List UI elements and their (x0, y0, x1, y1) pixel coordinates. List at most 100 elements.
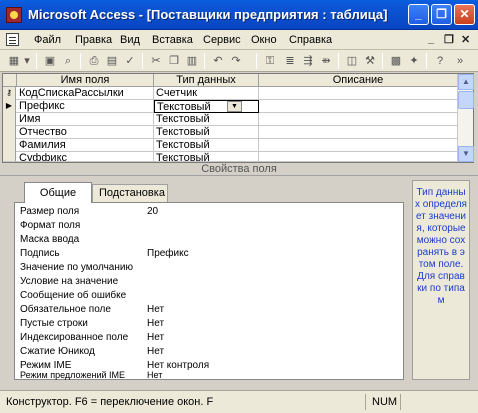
prop-indexed-label: Индексированное поле (20, 332, 129, 343)
field-help-box: Тип данных определяет значения, которые … (412, 180, 470, 380)
mdi-restore-button[interactable]: ❐ (444, 33, 454, 46)
menu-insert[interactable]: Вставка (152, 34, 193, 46)
column-header-description[interactable]: Описание (259, 74, 457, 87)
prop-input-mask-label: Маска ввода (20, 234, 80, 245)
field-name-cell[interactable]: Фамилия (17, 139, 154, 152)
toolbar-options-icon[interactable]: » (452, 53, 468, 69)
field-name-cell[interactable]: Суффикс (17, 152, 154, 161)
grid-scrollbar[interactable]: ▲ ▼ (457, 74, 474, 162)
data-type-cell[interactable]: Текстовый (154, 113, 259, 126)
new-object-icon[interactable]: ✦ (406, 53, 422, 69)
table-row[interactable]: Отчество Текстовый (3, 126, 457, 139)
undo-icon[interactable]: ↶ (210, 53, 226, 69)
help-icon[interactable]: ? (432, 53, 448, 69)
delete-rows-icon[interactable]: ⇻ (318, 53, 334, 69)
prop-ime-sentence-mode-value[interactable]: Нет (147, 370, 162, 380)
data-type-cell[interactable]: Счетчик (154, 87, 259, 100)
grid-header: Имя поля Тип данных Описание (3, 74, 457, 87)
menu-file[interactable]: Файл (34, 34, 61, 46)
prop-unicode-compression-value[interactable]: Нет (147, 346, 164, 357)
restore-button[interactable]: ❐ (431, 4, 452, 25)
redo-icon[interactable]: ↷ (228, 53, 244, 69)
table-window-icon[interactable] (6, 33, 19, 46)
indexes-icon[interactable]: ≣ (282, 53, 298, 69)
field-name-cell[interactable]: Префикс (17, 100, 154, 113)
prop-indexed-value[interactable]: Нет (147, 332, 164, 343)
table-row[interactable]: ▶ Префикс Текстовый ▼ (3, 100, 457, 113)
scroll-up-icon[interactable]: ▲ (458, 74, 474, 90)
prop-required-value[interactable]: Нет (147, 304, 164, 315)
description-cell[interactable] (259, 87, 457, 100)
copy-icon[interactable]: ❐ (166, 53, 182, 69)
menu-tools[interactable]: Сервис (203, 34, 241, 46)
paste-icon[interactable]: ▥ (184, 53, 200, 69)
prop-caption-label: Подпись (20, 248, 60, 259)
field-name-cell[interactable]: Отчество (17, 126, 154, 139)
key-icon[interactable]: ⚷ (3, 87, 16, 100)
print-icon[interactable]: ⎙ (86, 53, 102, 69)
description-cell[interactable] (259, 139, 457, 152)
prop-validation-rule-label: Условие на значение (20, 276, 119, 287)
column-header-field-name[interactable]: Имя поля (17, 74, 154, 87)
view-dropdown-icon[interactable]: ▾ (22, 53, 32, 69)
mdi-minimize-button[interactable]: _ (428, 33, 434, 45)
minimize-button[interactable]: _ (408, 4, 429, 25)
primary-key-icon[interactable]: ⚿ (262, 53, 278, 69)
prop-allow-zero-length-label: Пустые строки (20, 318, 88, 329)
insert-rows-icon[interactable]: ⇶ (300, 53, 316, 69)
cut-icon[interactable]: ✂ (148, 53, 164, 69)
view-icon[interactable]: ▦ (6, 53, 22, 69)
field-name-cell[interactable]: Имя (17, 113, 154, 126)
access-app-icon[interactable] (6, 7, 22, 23)
field-properties-panel: Размер поля 20 Формат поля Маска ввода П… (14, 202, 404, 380)
prop-validation-text-label: Сообщение об ошибке (20, 290, 127, 301)
description-cell[interactable] (259, 100, 457, 113)
menu-window[interactable]: Окно (251, 34, 277, 46)
prop-caption-value[interactable]: Префикс (147, 248, 189, 259)
close-button[interactable]: ✕ (454, 4, 475, 25)
table-row[interactable]: Суффикс Текстовый (3, 152, 457, 162)
print-preview-icon[interactable]: ▤ (104, 53, 120, 69)
tab-general[interactable]: Общие (24, 182, 92, 203)
table-row[interactable]: Имя Текстовый (3, 113, 457, 126)
prop-ime-sentence-mode-label: Режим предложений IME (20, 370, 125, 380)
data-type-cell[interactable]: Текстовый (154, 152, 259, 161)
search-icon[interactable]: ⌕ (60, 53, 76, 69)
build-icon[interactable]: ⚒ (362, 53, 378, 69)
scroll-down-icon[interactable]: ▼ (458, 146, 474, 162)
status-text: Конструктор. F6 = переключение окон. F (6, 396, 214, 408)
description-cell[interactable] (259, 126, 457, 139)
properties-icon[interactable]: ◫ (344, 53, 360, 69)
table-row[interactable]: ⚷ КодСпискаРассылки Счетчик (3, 87, 457, 100)
current-row-arrow-icon[interactable]: ▶ (3, 100, 16, 113)
prop-allow-zero-length-value[interactable]: Нет (147, 318, 164, 329)
prop-field-size-value[interactable]: 20 (147, 206, 158, 217)
data-type-cell[interactable]: Текстовый (154, 139, 259, 152)
description-cell[interactable] (259, 113, 457, 126)
field-grid: Имя поля Тип данных Описание ⚷ КодСписка… (2, 73, 474, 163)
field-name-cell[interactable]: КодСпискаРассылки (17, 87, 154, 100)
tab-lookup[interactable]: Подстановка (92, 184, 168, 202)
menu-view[interactable]: Вид (120, 34, 140, 46)
database-window-icon[interactable]: ▩ (388, 53, 404, 69)
window-title: Microsoft Access - [Поставщики предприят… (28, 7, 388, 22)
spelling-icon[interactable]: ✓ (122, 53, 138, 69)
data-type-combo[interactable]: Текстовый (154, 100, 259, 113)
mdi-close-button[interactable]: ✕ (461, 33, 470, 46)
chevron-down-icon[interactable]: ▼ (227, 101, 242, 112)
title-bar: Microsoft Access - [Поставщики предприят… (0, 0, 478, 30)
menu-help[interactable]: Справка (289, 34, 332, 46)
save-icon[interactable]: ▣ (42, 53, 58, 69)
menu-bar: Файл Правка Вид Вставка Сервис Окно Спра… (0, 30, 478, 50)
toolbar: ▦ ▾ ▣ ⌕ ⎙ ▤ ✓ ✂ ❐ ▥ ↶ ↷ ⚿ ≣ ⇶ ⇻ ◫ ⚒ ▩ ✦ … (0, 50, 478, 72)
description-cell[interactable] (259, 152, 457, 161)
status-bar: Конструктор. F6 = переключение окон. F N… (0, 390, 478, 413)
column-header-data-type[interactable]: Тип данных (154, 74, 259, 87)
data-type-cell[interactable]: Текстовый (154, 126, 259, 139)
scroll-thumb[interactable] (458, 91, 474, 109)
prop-format-label: Формат поля (20, 220, 81, 231)
prop-field-size-label: Размер поля (20, 206, 80, 217)
table-row[interactable]: Фамилия Текстовый (3, 139, 457, 152)
menu-edit[interactable]: Правка (75, 34, 112, 46)
prop-required-label: Обязательное поле (20, 304, 111, 315)
